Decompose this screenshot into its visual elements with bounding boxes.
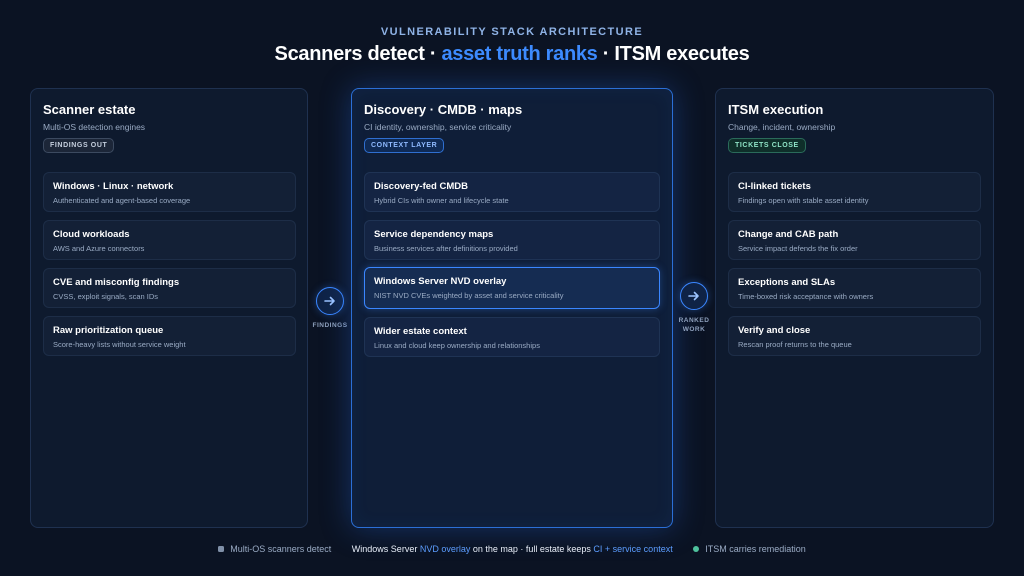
- card-title: Windows · Linux · network: [53, 181, 174, 192]
- findings-connector: FINDINGS: [309, 287, 351, 330]
- title-part-1: Scanners detect ·: [274, 43, 442, 65]
- eyebrow-label: VULNERABILITY STACK ARCHITECTURE: [380, 26, 644, 38]
- card-title: Raw prioritization queue: [53, 325, 164, 336]
- panel-subtitle: CI identity, ownership, service critical…: [364, 122, 512, 132]
- legend-overlay: Windows Server NVD overlay on the map · …: [351, 543, 673, 554]
- tickets-close-badge: TICKETS CLOSE: [728, 138, 806, 153]
- findings-out-badge: FINDINGS OUT: [43, 138, 115, 153]
- legend-itsm: ITSM carries remediation: [693, 544, 806, 554]
- card[interactable]: Service dependency maps Business service…: [364, 220, 660, 260]
- card-desc: Authenticated and agent-based coverage: [53, 196, 191, 205]
- footer-legend: Multi-OS scanners detect Windows Server …: [0, 543, 1024, 554]
- green-dot-icon: [693, 546, 700, 553]
- context-layer-badge: CONTEXT LAYER: [364, 138, 445, 153]
- card-desc: CVSS, exploit signals, scan IDs: [53, 292, 159, 301]
- card-title: Change and CAB path: [738, 229, 839, 240]
- card-desc: Time-boxed risk acceptance with owners: [738, 292, 874, 301]
- highlighted-card[interactable]: Windows Server NVD overlay NIST NVD CVEs…: [364, 267, 660, 309]
- connector-label: RANKED WORK: [678, 317, 710, 333]
- panel-subtitle: Change, incident, ownership: [728, 122, 836, 132]
- card[interactable]: Exceptions and SLAs Time-boxed risk acce…: [728, 268, 981, 308]
- card-desc: Score-heavy lists without service weight: [53, 340, 186, 349]
- card-desc: AWS and Azure connectors: [53, 244, 145, 253]
- card[interactable]: CVE and misconfig findings CVSS, exploit…: [43, 268, 296, 308]
- panel-title: Scanner estate: [43, 102, 136, 117]
- legend-scanners: Multi-OS scanners detect: [218, 544, 331, 554]
- connector-label: FINDINGS: [312, 322, 348, 329]
- card[interactable]: Change and CAB path Service impact defen…: [728, 220, 981, 260]
- page-title: Scanners detect · asset truth ranks · IT…: [0, 43, 1024, 66]
- card[interactable]: Discovery-fed CMDB Hybrid CIs with owner…: [364, 172, 660, 212]
- card-desc: NIST NVD CVEs weighted by asset and serv…: [374, 291, 564, 300]
- arrow-right-icon: [680, 282, 708, 310]
- card-desc: Linux and cloud keep ownership and relat…: [374, 341, 540, 350]
- card-title: Exceptions and SLAs: [738, 277, 836, 288]
- discovery-cmdb-panel: Discovery · CMDB · maps CI identity, own…: [351, 88, 673, 528]
- card[interactable]: Windows · Linux · network Authenticated …: [43, 172, 296, 212]
- card-desc: Business services after definitions prov…: [374, 244, 518, 253]
- panel-subtitle: Multi-OS detection engines: [43, 122, 146, 132]
- card-desc: Service impact defends the fix order: [738, 244, 858, 253]
- card[interactable]: Cloud workloads AWS and Azure connectors: [43, 220, 296, 260]
- card-title: Windows Server NVD overlay: [374, 276, 507, 287]
- card[interactable]: Raw prioritization queue Score-heavy lis…: [43, 316, 296, 356]
- card-title: Cloud workloads: [53, 229, 130, 240]
- card-desc: Hybrid CIs with owner and lifecycle stat…: [374, 196, 509, 205]
- ranked-work-connector: RANKED WORK: [673, 282, 715, 334]
- title-accent: asset truth ranks: [441, 43, 598, 65]
- card-title: Service dependency maps: [374, 229, 494, 240]
- card-title: CVE and misconfig findings: [53, 277, 180, 288]
- scanner-estate-panel: Scanner estate Multi-OS detection engine…: [30, 88, 308, 528]
- card-desc: Findings open with stable asset identity: [738, 196, 869, 205]
- card-title: CI-linked tickets: [738, 181, 811, 192]
- card[interactable]: Wider estate context Linux and cloud kee…: [364, 317, 660, 357]
- panel-title: Discovery · CMDB · maps: [364, 102, 523, 117]
- card-title: Discovery-fed CMDB: [374, 181, 468, 192]
- arrow-right-icon: [316, 287, 344, 315]
- itsm-execution-panel: ITSM execution Change, incident, ownersh…: [715, 88, 994, 528]
- card[interactable]: Verify and close Rescan proof returns to…: [728, 316, 981, 356]
- gray-square-icon: [218, 546, 225, 553]
- card-title: Verify and close: [738, 325, 811, 336]
- panel-title: ITSM execution: [728, 102, 824, 117]
- title-part-2: · ITSM executes: [597, 43, 750, 65]
- card-title: Wider estate context: [374, 326, 467, 337]
- card-desc: Rescan proof returns to the queue: [738, 340, 852, 349]
- card[interactable]: CI-linked tickets Findings open with sta…: [728, 172, 981, 212]
